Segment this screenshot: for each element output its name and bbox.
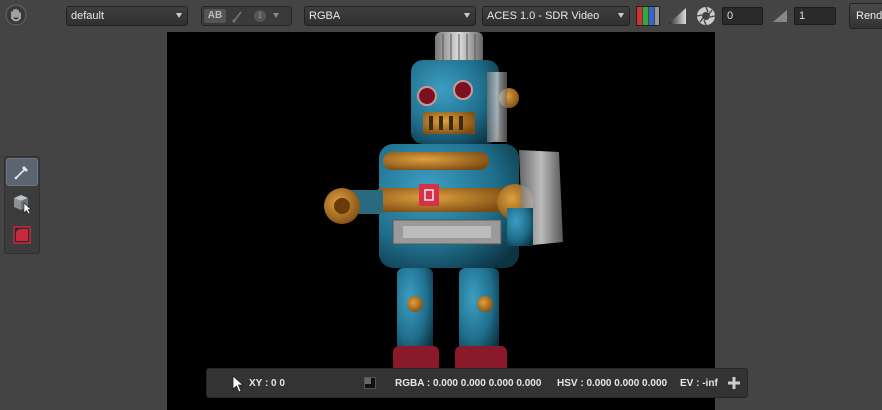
view-select-value: default xyxy=(71,10,105,22)
chevron-down-icon xyxy=(273,13,279,18)
eyedropper-tool[interactable] xyxy=(6,158,38,186)
ev-readout: EV : -inf xyxy=(680,378,718,389)
plus-icon[interactable] xyxy=(727,376,741,390)
pixel-info-bar: XY : 0 0 RGBA : 0.000 0.000 0.000 0.000 … xyxy=(206,368,748,398)
ab-compare-button[interactable]: AB xyxy=(204,9,226,23)
ab-compare-icon: AB xyxy=(207,10,223,21)
rgba-readout: RGBA : 0.000 0.000 0.000 0.000 xyxy=(395,378,542,389)
gamma-field[interactable]: 1 xyxy=(794,7,836,25)
image-viewport[interactable] xyxy=(167,32,715,410)
crop-region-tool[interactable] xyxy=(6,221,38,249)
chevron-down-icon xyxy=(464,13,470,18)
rgb-channels-icon[interactable] xyxy=(636,6,660,26)
exposure-aperture-icon[interactable] xyxy=(696,6,716,26)
render-label: Rende xyxy=(856,10,882,22)
view-select[interactable]: default xyxy=(66,6,188,26)
crop-region-icon xyxy=(13,226,31,244)
render-button[interactable]: Rende xyxy=(849,3,882,29)
layer-count-select[interactable]: 1 xyxy=(252,9,288,23)
gamma-triangle-icon xyxy=(771,8,789,24)
swatch-icon xyxy=(364,377,376,389)
channel-select[interactable]: RGBA xyxy=(304,6,476,26)
robot-render-image xyxy=(324,32,563,372)
hand-icon[interactable] xyxy=(4,4,28,26)
layer-count-badge: 1 xyxy=(254,10,266,22)
colorspace-select[interactable]: ACES 1.0 - SDR Video xyxy=(482,6,630,26)
chevron-down-icon xyxy=(618,13,624,18)
cube-select-icon xyxy=(14,195,32,214)
brush-icon[interactable] xyxy=(230,9,246,23)
gamma-ramp-icon[interactable] xyxy=(666,6,688,26)
colorspace-select-value: ACES 1.0 - SDR Video xyxy=(487,10,600,22)
exposure-value: 0 xyxy=(727,10,734,22)
eyedropper-icon xyxy=(14,166,28,180)
gamma-value: 1 xyxy=(799,10,806,22)
tool-palette xyxy=(4,156,40,254)
chevron-down-icon xyxy=(176,13,182,18)
xy-readout: XY : 0 0 xyxy=(249,378,285,389)
cursor-icon xyxy=(232,375,244,393)
ab-compare-group: AB 1 xyxy=(201,6,292,26)
exposure-field[interactable]: 0 xyxy=(722,7,763,25)
channel-select-value: RGBA xyxy=(309,10,341,22)
cube-select-tool[interactable] xyxy=(6,189,38,217)
hsv-readout: HSV : 0.000 0.000 0.000 xyxy=(557,378,668,389)
